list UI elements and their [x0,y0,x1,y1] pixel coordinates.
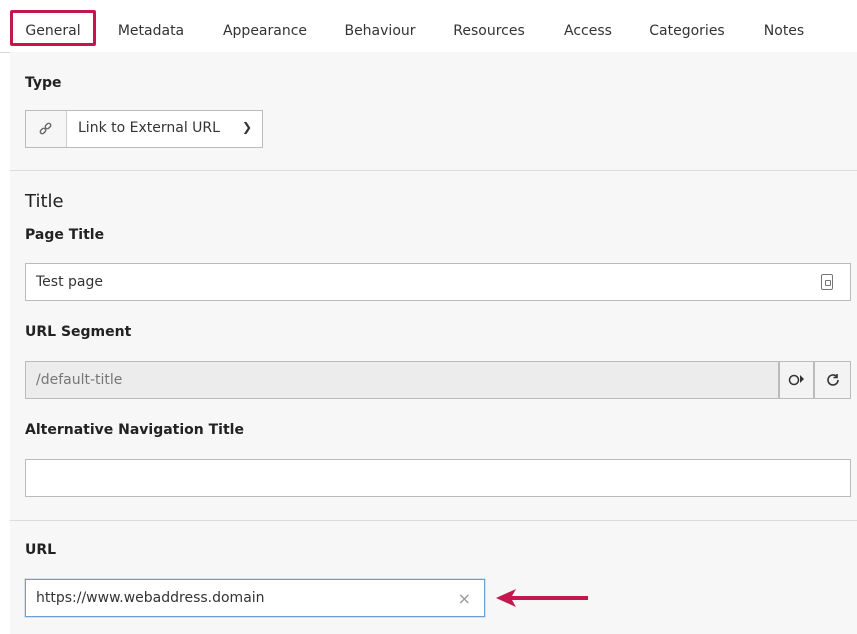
clear-icon[interactable]: × [458,589,471,608]
type-label: Type [25,75,62,91]
edit-url-icon [788,374,804,386]
page-title-label: Page Title [25,227,105,243]
url-value: https://www.webaddress.domain [36,590,265,606]
annotation-arrow-icon [496,589,588,607]
tab-behaviour[interactable]: Behaviour [341,12,419,50]
alt-nav-title-input[interactable] [25,459,851,497]
tab-bar: General Metadata Appearance Behaviour Re… [0,0,857,53]
page-title-input[interactable]: Test page [25,263,851,301]
tab-resources[interactable]: Resources [449,12,529,50]
page-title-value: Test page [36,274,103,290]
link-icon [26,111,67,147]
tab-appearance[interactable]: Appearance [219,12,311,50]
url-segment-recalculate-button[interactable] [814,361,851,399]
tab-general[interactable]: General [10,10,96,46]
section-title: Title [25,191,64,212]
url-segment-input[interactable]: /default-title [25,361,779,399]
chevron-down-icon: ❯ [241,120,252,134]
alt-nav-title-label: Alternative Navigation Title [25,422,244,438]
divider [10,520,857,521]
url-label: URL [25,542,57,558]
tab-notes[interactable]: Notes [758,12,810,50]
tab-categories[interactable]: Categories [646,12,728,50]
type-select-value: Link to External URL [78,120,220,136]
type-select[interactable]: Link to External URL ❯ [25,110,263,148]
url-segment-value: /default-title [36,372,123,388]
url-segment-label: URL Segment [25,324,132,340]
url-input[interactable]: https://www.webaddress.domain × [25,579,485,617]
localization-icon [821,274,833,290]
refresh-icon [826,374,839,386]
tab-metadata[interactable]: Metadata [113,12,189,50]
url-segment-edit-button[interactable] [779,361,814,399]
tab-access[interactable]: Access [560,12,616,50]
divider [10,170,857,171]
